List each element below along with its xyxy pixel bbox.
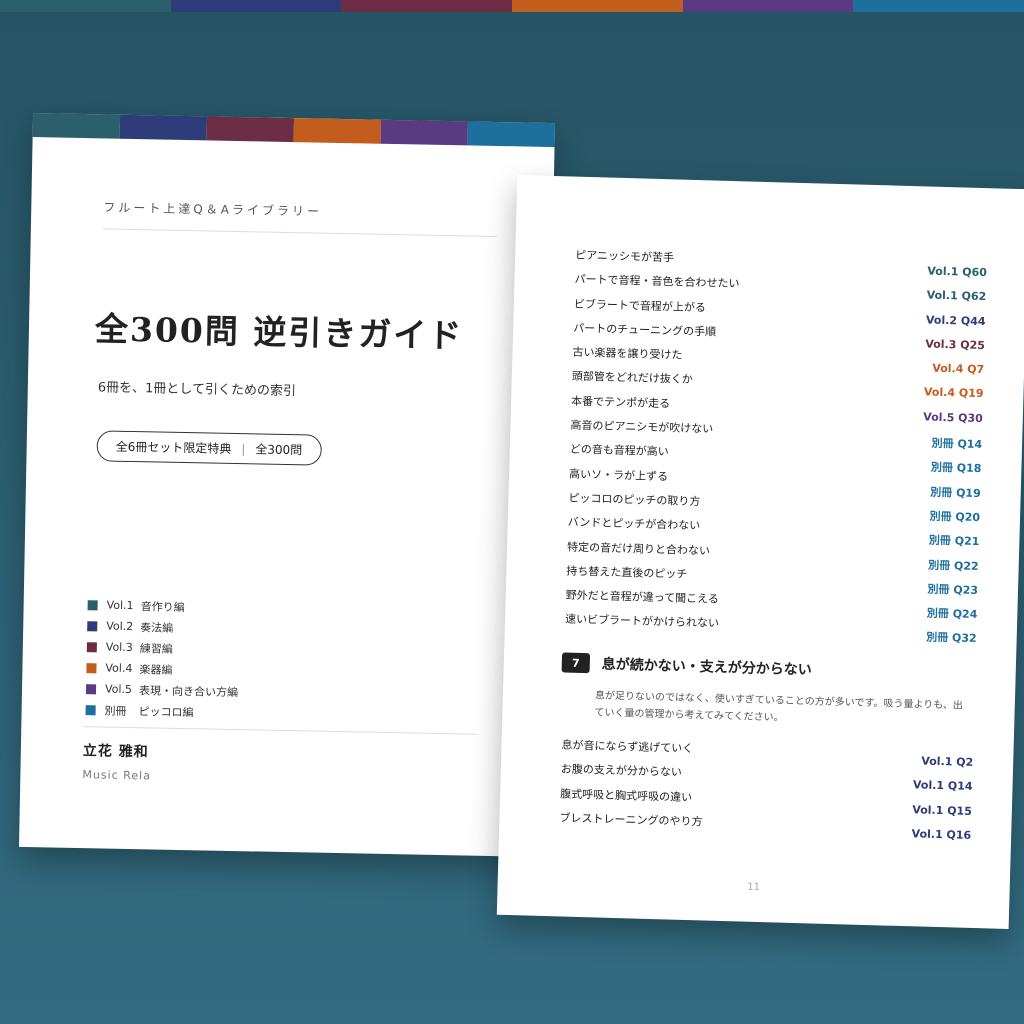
section-heading: 7 息が続かない・支えが分からない [561,652,812,679]
entry-question: ビブラートで音程が上がる [573,297,706,314]
volume-legend: Vol.1 音作り編 Vol.2 奏法編 Vol.3 練習編 Vol.4 楽器編 Vol.5 表現… [85,594,239,723]
series-name: フルート上達Q＆Aライブラリー [103,200,323,219]
book-subtitle: 6冊を、1冊として引くための索引 [97,380,297,400]
entry-question: 腹式呼吸と胸式呼吸の違い [559,787,693,804]
entry-reference: 別冊 Q22 [928,558,979,573]
legend-volume: Vol.3 [105,640,133,655]
entry-reference: Vol.4 Q7 [932,361,985,377]
entry-question: 特定の音だけ周りと合わない [566,540,711,558]
strip-vol1 [0,0,171,12]
entry-reference: 別冊 Q23 [927,582,979,597]
bar-vol3 [206,116,295,143]
index-page: ピアニッシモが苦手 Vol.1 Q60 パートで音程・音色を合わせたい Vol.1 Q… [496,174,1024,930]
divider [102,228,497,237]
legend-label: 楽器編 [139,662,173,677]
badge-left: 全6冊セット限定特典 [115,439,232,456]
legend-volume: Vol.5 [104,682,133,697]
legend-item: Vol.2 奏法編 [87,615,239,639]
cover-page: フルート上達Q＆Aライブラリー 全300問 逆引きガイド 6冊を、1冊として引く… [19,113,555,857]
entry-question: パートのチューニングの手順 [572,321,717,339]
legend-swatch [85,683,97,694]
entry-question: 本番でテンポが走る [570,394,671,411]
publisher-name: Music Rela [82,768,152,783]
badge-separator: | [241,442,246,457]
entry-reference: Vol.5 Q30 [923,410,983,425]
entry-reference: Vol.1 Q16 [911,827,972,842]
legend-item: Vol.1 音作り編 [87,594,239,618]
entry-question: 息が音にならず逃げていく [561,738,694,756]
badge-right: 全300問 [255,442,303,458]
legend-item: Vol.4 楽器編 [86,657,238,681]
entry-question: ピアニッシモが苦手 [575,248,675,265]
entry-reference: Vol.1 Q62 [926,288,987,304]
entry-reference: 別冊 Q18 [930,461,982,476]
section-index-list: 息が音にならず逃げていく Vol.1 Q2 お腹の支えが分からない Vol.1 Q14… [559,736,974,845]
legend-label: 表現・向き合い方編 [138,683,239,699]
bonus-badge: 全6冊セット限定特典 | 全300問 [96,430,322,466]
legend-item: 別冊 ピッコロ編 [85,699,237,723]
legend-item: Vol.5 表現・向き合い方編 [85,678,239,702]
legend-volume: Vol.1 [106,598,134,613]
strip-vol2 [170,0,342,12]
legend-volume: Vol.4 [105,661,133,676]
legend-swatch [85,704,96,715]
bar-vol2 [119,114,208,141]
top-color-strip [0,0,1024,12]
book-title: 全300問 逆引きガイド [94,309,464,356]
entry-question: 高音のピアニシモが吹けない [570,418,714,436]
strip-extra [853,0,1024,12]
bar-vol1 [32,113,121,139]
entry-reference: Vol.1 Q2 [921,754,974,769]
legend-swatch [87,620,98,631]
legend-swatch [86,662,97,673]
entry-reference: 別冊 Q32 [925,631,977,646]
bar-vol4 [293,118,382,144]
entry-reference: Vol.1 Q15 [912,802,973,818]
entry-question: 速いビブラートがかけられない [564,612,720,631]
entry-reference: 別冊 Q20 [929,509,981,525]
entry-reference: Vol.1 Q60 [927,264,988,280]
legend-label: 音作り編 [140,599,185,614]
entry-question: バンドとピッチが合わない [567,515,701,533]
bar-extra [467,121,555,148]
entry-question: パートで音程・音色を合わせたい [574,272,740,291]
entry-reference: 別冊 Q19 [930,485,981,500]
strip-vol4 [512,0,683,12]
entry-reference: Vol.4 Q19 [923,385,984,401]
entry-question: ブレストレーニングのやり方 [559,811,703,829]
entry-question: 頭部管をどれだけ抜くか [571,370,693,387]
legend-swatch [87,599,98,610]
entry-question: 野外だと音程が違って聞こえる [565,588,719,606]
entry-question: お腹の支えが分からない [560,762,682,780]
divider [83,726,478,735]
section-title: 息が続かない・支えが分からない [601,656,812,679]
legend-label: 練習編 [139,641,173,656]
author-name: 立花 雅和 [82,743,149,761]
entry-question: 古い楽器を譲り受けた [572,345,683,362]
legend-swatch [86,641,97,652]
entry-reference: 別冊 Q21 [928,533,980,549]
entry-reference: Vol.2 Q44 [925,313,986,328]
index-list: ピアニッシモが苦手 Vol.1 Q60 パートで音程・音色を合わせたい Vol.1 Q… [565,247,988,647]
legend-label: ピッコロ編 [138,704,194,719]
strip-vol3 [341,0,513,12]
legend-volume: Vol.2 [106,619,134,634]
cover-color-bar [32,113,555,148]
strip-vol5 [682,0,854,12]
legend-label: 奏法編 [140,620,174,635]
entry-question: 高いソ・ラが上ずる [568,467,669,483]
legend-item: Vol.3 練習編 [86,636,239,660]
page-number: 11 [747,881,761,894]
entry-reference: Vol.1 Q14 [912,778,973,794]
entry-reference: 別冊 Q24 [926,606,978,622]
legend-volume: 別冊 [104,704,127,718]
section-number: 7 [561,652,591,674]
section-description: 息が足りないのではなく、使いすぎていることの方が多いです。吸う量よりも、出ていく… [594,690,964,724]
entry-question: ピッコロのピッチの取り方 [568,491,701,509]
bar-vol5 [380,119,469,146]
entry-reference: Vol.3 Q25 [925,337,986,353]
entry-question: 持ち替えた直後のピッチ [566,564,688,581]
entry-question: どの音も音程が高い [569,442,669,459]
entry-reference: 別冊 Q14 [931,436,983,452]
